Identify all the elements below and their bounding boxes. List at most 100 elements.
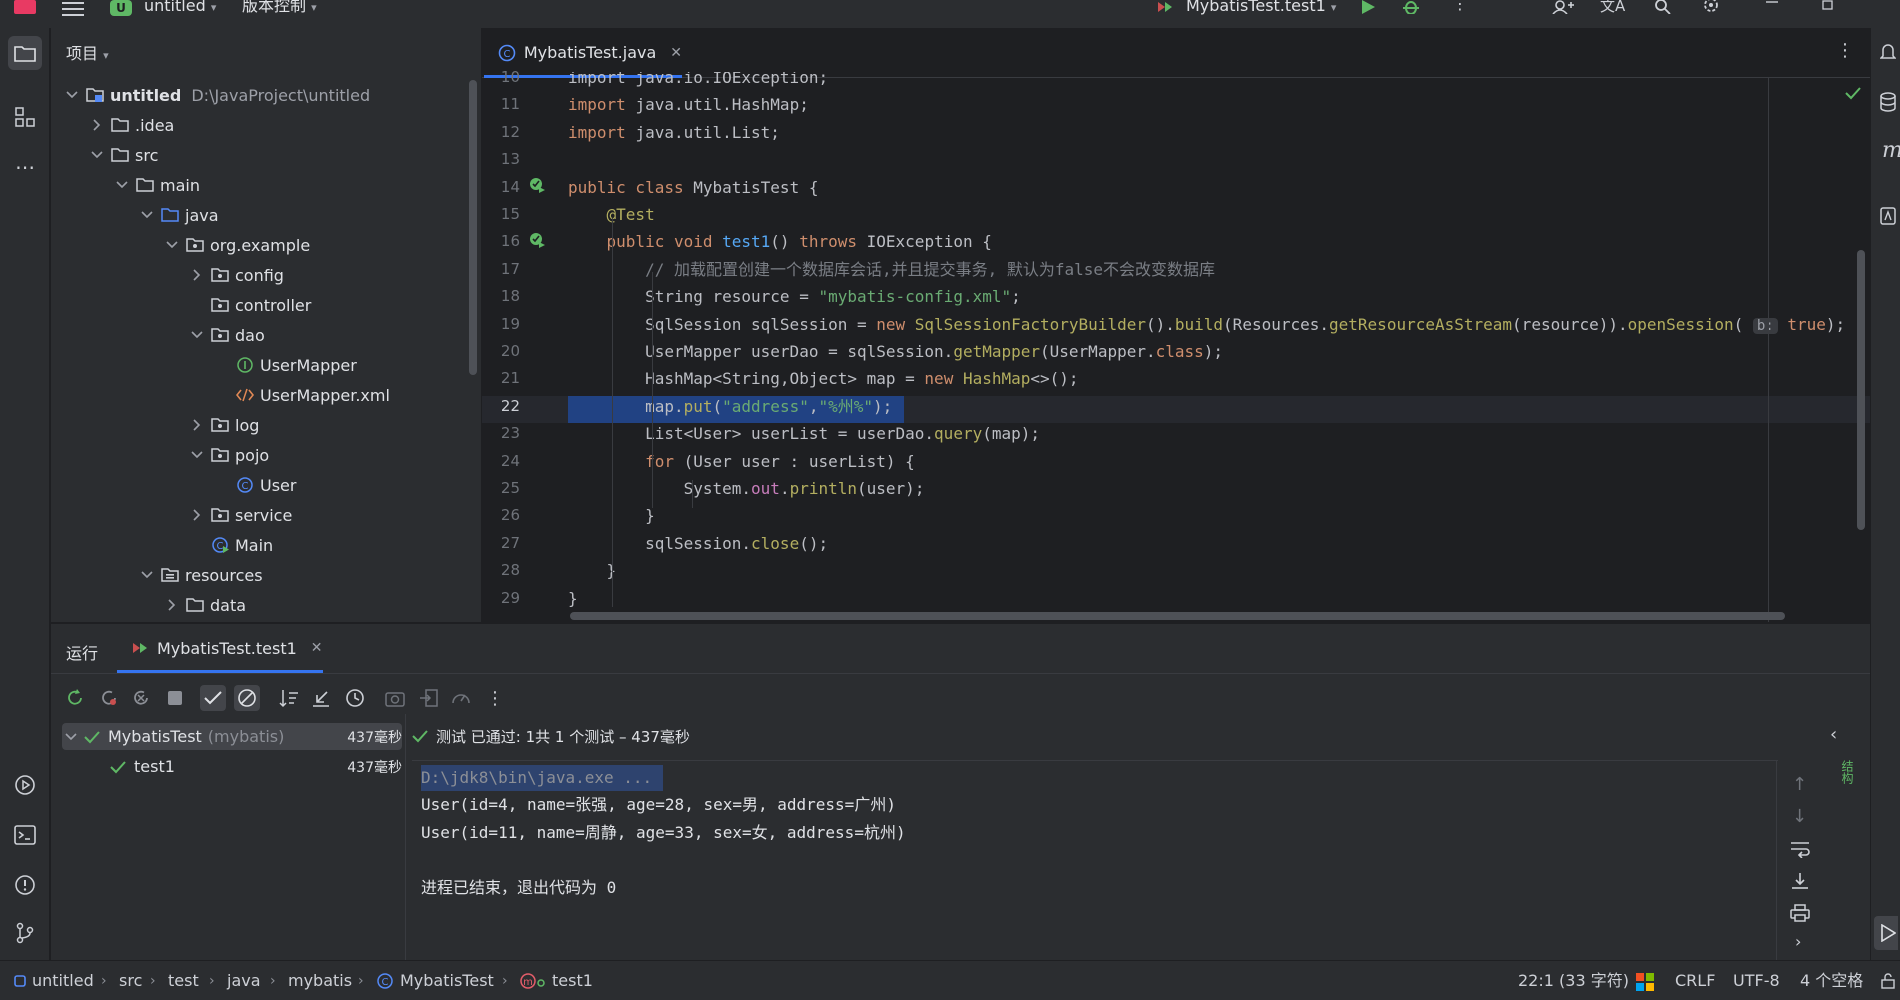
code-line[interactable]: HashMap<String,Object> map = new HashMap… [568, 365, 1079, 392]
code-line[interactable]: SqlSession sqlSession = new SqlSessionFa… [568, 311, 1845, 338]
chevron-down-icon[interactable] [64, 730, 78, 744]
chevron-down-icon[interactable] [189, 327, 205, 343]
chevron-down-icon[interactable] [189, 447, 205, 463]
collapse-all-icon[interactable] [308, 685, 334, 711]
vcs-menu[interactable]: 版本控制 ▾ [242, 0, 317, 22]
coverage-icon[interactable] [448, 685, 474, 711]
code-line[interactable]: import java.util.List; [568, 119, 780, 146]
file-encoding[interactable]: UTF-8 [1733, 971, 1780, 991]
translate-icon[interactable]: 文A [1600, 0, 1625, 22]
minimize-icon[interactable] [1766, 0, 1780, 24]
code-line[interactable]: sqlSession.close(); [568, 530, 828, 557]
tree-node[interactable]: resources [139, 562, 263, 588]
tree-node[interactable]: C Main [189, 532, 273, 558]
scroll-up-icon[interactable]: ↑ [1792, 774, 1807, 795]
print-icon[interactable] [1790, 904, 1810, 922]
database-icon[interactable] [1880, 92, 1896, 112]
chevron-right-icon[interactable] [189, 267, 205, 283]
chevron-down-icon[interactable] [139, 207, 155, 223]
windows-logo-icon[interactable] [1636, 973, 1654, 991]
tree-node[interactable]: service [189, 502, 292, 528]
code-line[interactable]: System.out.println(user); [568, 475, 925, 502]
caret-position[interactable]: 22:1 (33 字符) [1518, 971, 1629, 991]
soft-wrap-icon[interactable] [1790, 840, 1810, 858]
scroll-to-end-icon[interactable] [1790, 872, 1810, 890]
notifications-icon[interactable] [1880, 42, 1896, 62]
chevron-right-icon[interactable] [189, 507, 205, 523]
indent-setting[interactable]: 4 个空格 [1800, 971, 1863, 991]
tree-node[interactable]: UserMapper.xml [214, 382, 390, 408]
run-tab-mybatistest-test1[interactable]: MybatisTest.test1 ✕ [117, 626, 323, 673]
tree-node[interactable]: UserMapper [214, 352, 357, 378]
show-passed-icon[interactable] [200, 685, 226, 711]
editor-vertical-scrollbar[interactable] [1857, 250, 1865, 530]
console-line[interactable]: 进程已结束，退出代码为 0 [421, 875, 616, 901]
settings-icon[interactable] [1702, 0, 1720, 24]
chevron-down-icon[interactable] [64, 87, 80, 103]
chevron-down-icon[interactable] [164, 237, 180, 253]
code-line[interactable]: List<User> userList = userDao.query(map)… [568, 420, 1040, 447]
code-line[interactable]: map.put("address","%州%"); [568, 393, 892, 420]
project-panel-header[interactable]: 项目 ▾ [66, 42, 109, 66]
services-toolwindow-button[interactable] [8, 768, 42, 802]
editor-more-icon[interactable]: ⋮ [1836, 40, 1854, 61]
run-more-icon[interactable]: ⋮ [482, 685, 508, 711]
tree-node[interactable]: untitled D:\JavaProject\untitled [64, 82, 370, 108]
toggle-auto-test-icon[interactable] [128, 685, 154, 711]
stop-icon[interactable] [162, 685, 188, 711]
tree-node[interactable]: src [89, 142, 158, 168]
import-tests-icon[interactable] [416, 685, 442, 711]
structure-toolwindow-button[interactable] [8, 100, 42, 134]
breadcrumb-item[interactable]: untitled [14, 971, 94, 991]
structure-side-label[interactable]: 结构 [1838, 760, 1856, 784]
tree-node[interactable]: org.example [164, 232, 310, 258]
terminal-toolwindow-button[interactable] [8, 818, 42, 852]
debug-icon[interactable] [1402, 0, 1420, 24]
chevron-right-icon[interactable] [164, 597, 180, 613]
code-line[interactable]: } [568, 557, 617, 584]
chevron-down-icon[interactable] [114, 177, 130, 193]
main-menu-icon[interactable] [62, 2, 84, 26]
chevron-right-icon[interactable] [189, 417, 205, 433]
console-line[interactable]: User(id=4, name=张强, age=28, sex=男, addre… [421, 792, 896, 818]
test-history-icon[interactable] [342, 685, 368, 711]
project-toolwindow-button[interactable] [8, 36, 42, 70]
chevron-down-icon[interactable] [89, 147, 105, 163]
breadcrumb-item[interactable]: C MybatisTest [376, 971, 494, 991]
code-line[interactable]: // 加载配置创建一个数据库会话,并且提交事务, 默认为false不会改变数据库 [568, 256, 1215, 283]
tree-node[interactable]: C User [214, 472, 296, 498]
lock-icon[interactable] [1880, 973, 1896, 989]
rerun-icon[interactable] [62, 685, 88, 711]
tree-node[interactable]: controller [189, 292, 311, 318]
project-selector[interactable]: untitled ▾ [144, 0, 216, 22]
breadcrumb-item[interactable]: mybatis [288, 971, 352, 991]
tree-node[interactable]: log [189, 412, 259, 438]
code-line[interactable]: for (User user : userList) { [568, 448, 915, 475]
git-toolwindow-button[interactable] [8, 916, 42, 950]
maven-icon[interactable]: m [1882, 138, 1900, 163]
code-line[interactable]: } [568, 585, 578, 612]
search-icon[interactable] [1654, 0, 1672, 24]
console-line[interactable]: D:\jdk8\bin\java.exe ... [421, 765, 652, 791]
test-node[interactable]: MybatisTest (mybatis) 437毫秒 [64, 723, 402, 750]
tree-node[interactable]: pojo [189, 442, 269, 468]
tree-node[interactable]: dao [189, 322, 265, 348]
project-tree-scrollbar[interactable] [469, 80, 477, 375]
breadcrumb-item[interactable]: m test1 [520, 971, 593, 991]
problems-toolwindow-button[interactable] [8, 868, 42, 902]
close-icon[interactable]: ✕ [670, 45, 682, 61]
code-line[interactable]: UserMapper userDao = sqlSession.getMappe… [568, 338, 1223, 365]
more-actions-icon[interactable]: ⋮ [1452, 0, 1468, 20]
code-line[interactable]: String resource = "mybatis-config.xml"; [568, 283, 1021, 310]
run-test-gutter-icon[interactable] [528, 231, 546, 249]
show-ignored-icon[interactable] [234, 685, 260, 711]
console-line[interactable]: User(id=11, name=周静, age=33, sex=女, addr… [421, 820, 906, 846]
run-config-selector[interactable]: MybatisTest.test1 ▾ [1186, 0, 1336, 22]
ai-assistant-icon[interactable] [1880, 206, 1896, 226]
tree-node[interactable]: data [164, 592, 246, 618]
run-icon[interactable] [1360, 0, 1376, 24]
run-test-gutter-icon[interactable] [528, 176, 546, 194]
chevron-down-icon[interactable] [139, 567, 155, 583]
editor-horizontal-scrollbar[interactable] [570, 612, 1785, 620]
breadcrumb-item[interactable]: test [168, 971, 199, 991]
